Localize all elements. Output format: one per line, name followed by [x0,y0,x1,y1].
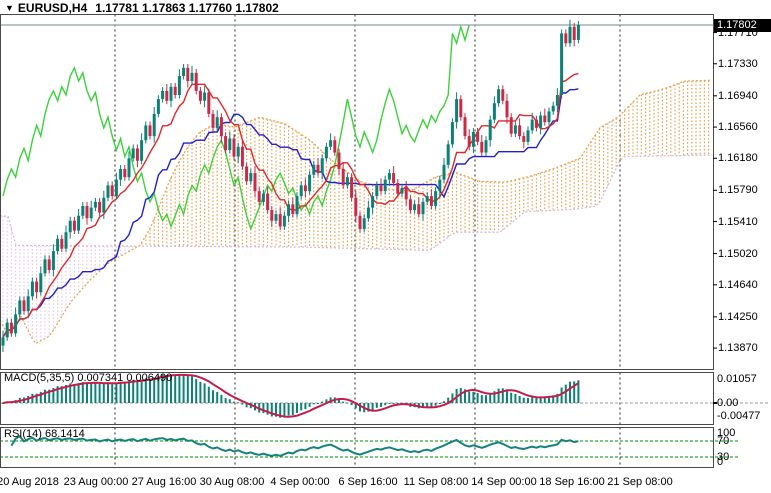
price-axis-label: 1.15790 [718,184,758,196]
macd-name: MACD(5,35,5) [4,372,74,384]
time-axis-label: 14 Sep 00:00 [471,476,536,488]
tenkan-sen-line [3,74,578,338]
rsi-line [11,436,578,456]
current-price-tag: 1.17802 [714,19,771,32]
symbol-dropdown-icon[interactable]: ▼ [5,3,14,13]
rsi-name: RSI(14) [4,428,42,440]
time-axis-label: 11 Sep 08:00 [404,476,469,488]
time-axis-label: 30 Aug 08:00 [200,476,265,488]
time-axis-label: 20 Aug 2018 [0,476,59,488]
chart-window: ▼ EURUSD,H4 1.17781 1.17863 1.17760 1.1780… [0,0,771,493]
price-axis-label: 1.16560 [718,121,758,133]
time-axis-label: 4 Sep 00:00 [270,476,329,488]
rsi-value: 68.1414 [45,428,85,440]
rsi-indicator-label: RSI(14) 68.1414 [4,428,85,440]
price-axis-label: 1.16180 [718,152,758,164]
rsi-axis-label: 0 [717,456,723,468]
price-axis-label: 1.14640 [718,279,758,291]
price-axis-label: 1.14250 [718,311,758,323]
time-axis-label: 18 Sep 16:00 [539,476,604,488]
chart-title: ▼ EURUSD,H4 1.17781 1.17863 1.17760 1.1780… [5,1,279,15]
ohlc-values: 1.17781 1.17863 1.17760 1.17802 [95,1,279,15]
chart-canvas[interactable] [0,0,771,493]
symbol-period-label[interactable]: EURUSD,H4 [18,1,87,15]
macd-axis-label: -0.00477 [717,410,760,422]
time-axis-label: 21 Sep 08:00 [607,476,672,488]
macd-value: 0.007341 [77,372,123,384]
candles-layer [2,20,580,352]
time-axis-label: 23 Aug 00:00 [64,476,129,488]
macd-axis-label: 0.00 [717,397,738,409]
macd-signal-value: 0.006490 [126,372,172,384]
price-axis-label: 1.17330 [718,58,758,70]
time-axis-label: 27 Aug 16:00 [132,476,197,488]
time-axis-label: 6 Sep 16:00 [338,476,397,488]
price-axis-label: 1.15020 [718,248,758,260]
macd-axis-label: 0.01057 [717,373,757,385]
rsi-axis-label: 70 [717,435,729,447]
price-axis-label: 1.15410 [718,216,758,228]
macd-indicator-label: MACD(5,35,5) 0.007341 0.006490 [4,372,172,384]
price-axis-label: 1.16940 [718,90,758,102]
price-axis-label: 1.13870 [718,342,758,354]
